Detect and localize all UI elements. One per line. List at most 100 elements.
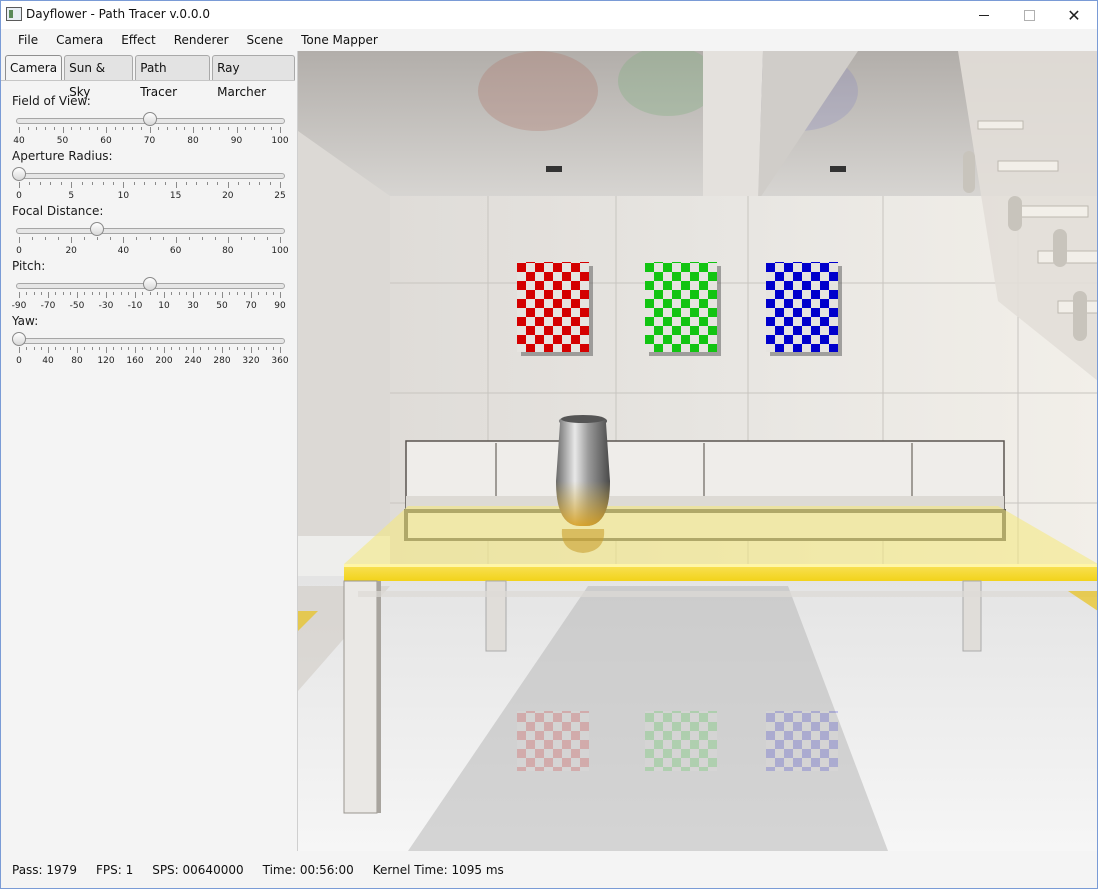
minor-tick: [98, 292, 100, 295]
major-tick: [280, 347, 281, 353]
major-tick: [19, 347, 20, 353]
tick-label: -70: [40, 301, 56, 311]
minor-tick: [201, 127, 203, 130]
minor-tick: [154, 182, 156, 185]
minor-tick: [243, 292, 245, 295]
tick-label: 360: [271, 356, 289, 366]
minor-tick: [40, 347, 42, 350]
slider-track[interactable]: [16, 173, 285, 179]
minor-tick: [188, 237, 190, 240]
tick-label: 160: [126, 356, 144, 366]
tick-label: -30: [98, 301, 114, 311]
minor-tick: [132, 127, 134, 130]
menu-camera[interactable]: Camera: [47, 29, 112, 51]
tab-camera[interactable]: Camera: [5, 55, 63, 81]
minimize-button[interactable]: [961, 1, 1007, 29]
slider-thumb[interactable]: [142, 112, 157, 126]
status-bar: Pass: 1979 FPS: 1 SPS: 00640000 Time: 00…: [1, 851, 1097, 888]
tab-bar: Camera Sun & Sky Path Tracer Ray Marcher: [5, 55, 297, 99]
tick-label: 90: [274, 301, 286, 311]
major-tick: [77, 292, 78, 298]
title-bar[interactable]: Dayflower - Path Tracer v.0.0.0 ✕: [1, 1, 1097, 29]
tick-label: 40: [117, 246, 130, 256]
minor-tick: [171, 347, 173, 350]
minor-tick: [32, 237, 34, 240]
slider-thumb[interactable]: [142, 277, 157, 291]
minor-tick: [98, 347, 100, 350]
minor-tick: [88, 127, 90, 130]
menu-scene[interactable]: Scene: [238, 29, 293, 51]
minor-tick: [175, 127, 177, 130]
slider-tick-labels: 40 50 60 70 80 90 100: [12, 136, 289, 148]
tick-label: 240: [184, 356, 202, 366]
minor-tick: [50, 182, 52, 185]
minor-tick: [133, 182, 135, 185]
minor-tick: [36, 127, 38, 130]
minor-tick: [269, 182, 271, 185]
tick-label: -50: [69, 301, 85, 311]
minor-tick: [149, 347, 151, 350]
minor-tick: [236, 292, 238, 295]
tick-label: 40: [13, 136, 25, 146]
major-tick: [227, 182, 229, 188]
menu-file[interactable]: File: [9, 29, 47, 51]
render-viewport[interactable]: [298, 51, 1097, 851]
minimize-icon: [979, 14, 989, 16]
minor-tick: [166, 127, 168, 130]
major-tick: [123, 237, 125, 243]
field-of-view-slider[interactable]: Field of View: 40 50 60 70 80 90 100: [12, 94, 289, 146]
tick-label: 320: [242, 356, 260, 366]
slider-track[interactable]: [16, 228, 285, 234]
aperture-radius-slider[interactable]: Aperture Radius: 0 5 10 15 20 25: [12, 149, 287, 201]
major-tick: [149, 127, 151, 133]
minor-tick: [60, 182, 62, 185]
status-pass: Pass: 1979: [12, 862, 77, 877]
menu-effect[interactable]: Effect: [112, 29, 165, 51]
minor-tick: [55, 347, 57, 350]
slider-thumb[interactable]: [12, 167, 26, 181]
yaw-slider[interactable]: Yaw: 0 40 80 120 160 200 240 280 320 360: [12, 314, 289, 366]
slider-track[interactable]: [16, 338, 285, 344]
minor-tick: [127, 347, 129, 350]
tick-label: 100: [271, 136, 289, 146]
tick-label: 10: [117, 191, 130, 201]
menu-renderer[interactable]: Renderer: [165, 29, 238, 51]
minor-tick: [210, 127, 212, 130]
major-tick: [62, 127, 64, 133]
tick-label: 10: [158, 301, 170, 311]
minor-tick: [206, 182, 208, 185]
major-tick: [222, 292, 223, 298]
major-tick: [19, 127, 20, 133]
tab-ray-marcher[interactable]: Ray Marcher: [212, 55, 295, 99]
minor-tick: [113, 347, 115, 350]
major-tick: [106, 292, 107, 298]
minor-tick: [200, 292, 202, 295]
slider-ticks: [19, 182, 281, 188]
pitch-slider[interactable]: Pitch: -90 -70 -50 -30 -10 10 30 50 70 90: [12, 259, 287, 311]
tick-label: 70: [143, 136, 156, 146]
minor-tick: [156, 347, 158, 350]
tab-path-tracer[interactable]: Path Tracer: [135, 55, 211, 99]
slider-thumb[interactable]: [12, 332, 26, 346]
minor-tick: [156, 292, 158, 295]
tick-label: 60: [169, 246, 182, 256]
minor-tick: [238, 182, 240, 185]
maximize-button[interactable]: [1006, 1, 1052, 29]
tick-label: 50: [216, 301, 228, 311]
tick-label: 25: [274, 191, 286, 201]
tick-label: 0: [16, 246, 22, 256]
app-icon: [6, 7, 22, 21]
tab-sun-sky[interactable]: Sun & Sky: [64, 55, 134, 99]
close-button[interactable]: ✕: [1051, 1, 1097, 29]
tick-label: 0: [16, 356, 22, 366]
minor-tick: [185, 292, 187, 295]
major-tick: [48, 347, 49, 353]
major-tick: [77, 347, 78, 353]
slider-ticks: [19, 292, 281, 298]
tick-label: 5: [68, 191, 75, 201]
minor-tick: [258, 292, 260, 295]
menu-tone-mapper[interactable]: Tone Mapper: [292, 29, 387, 51]
minor-tick: [39, 182, 41, 185]
focal-distance-slider[interactable]: Focal Distance: 0 20 40 60 80 100: [12, 204, 289, 256]
minor-tick: [258, 347, 260, 350]
